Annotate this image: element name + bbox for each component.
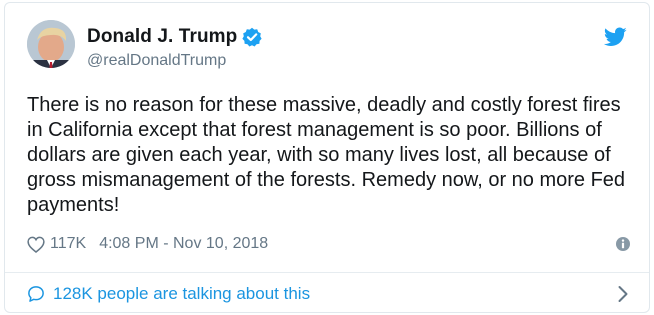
timestamp[interactable]: 4:08 PM - Nov 10, 2018: [99, 235, 268, 253]
tweet-meta: 117K 4:08 PM - Nov 10, 2018: [27, 231, 631, 257]
verified-badge-icon: [242, 27, 262, 47]
info-icon[interactable]: [615, 236, 631, 252]
chevron-right-icon[interactable]: [617, 285, 629, 303]
talking-label[interactable]: 128K people are talking about this: [53, 284, 310, 304]
twitter-bird-icon[interactable]: [603, 27, 627, 47]
user-info: Donald J. Trump @realDonaldTrump: [87, 25, 262, 70]
user-handle[interactable]: @realDonaldTrump: [87, 52, 262, 70]
avatar-image: [27, 20, 75, 68]
conversation-link[interactable]: 128K people are talking about this: [27, 281, 631, 307]
tweet-card: Donald J. Trump @realDonaldTrump There i…: [4, 2, 650, 313]
speech-bubble-icon: [27, 285, 45, 303]
divider: [5, 272, 649, 273]
heart-icon[interactable]: [27, 236, 45, 253]
display-name[interactable]: Donald J. Trump: [87, 26, 237, 48]
tweet-header: Donald J. Trump @realDonaldTrump: [5, 3, 649, 83]
tweet-text: There is no reason for these massive, de…: [27, 94, 626, 216]
avatar[interactable]: [27, 20, 75, 68]
name-row: Donald J. Trump: [87, 25, 262, 49]
like-count: 117K: [50, 235, 87, 252]
